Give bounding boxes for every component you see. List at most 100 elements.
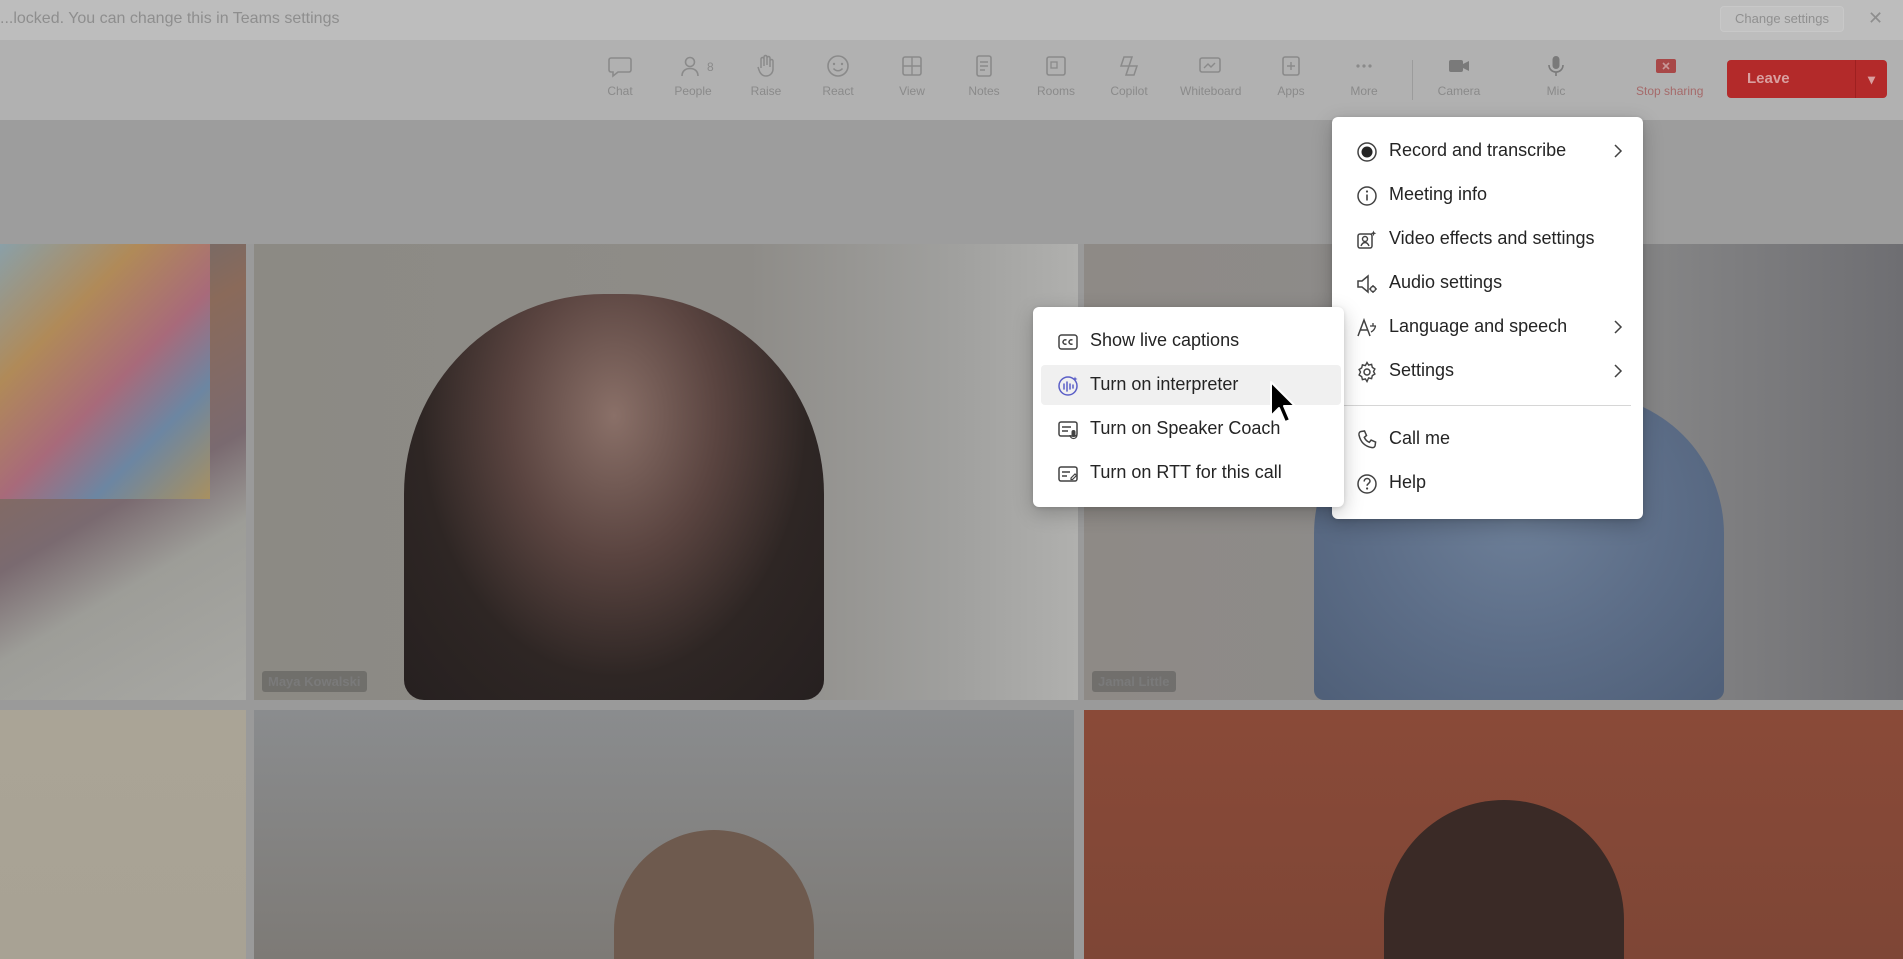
language-icon bbox=[1357, 317, 1377, 337]
menu-item-label: Turn on interpreter bbox=[1090, 374, 1239, 394]
mic-icon bbox=[1548, 56, 1564, 76]
change-settings-button[interactable]: Change settings bbox=[1720, 6, 1844, 32]
notes-icon bbox=[976, 55, 992, 77]
toolbar-view-button[interactable]: View bbox=[882, 54, 942, 98]
menu-item-label: Settings bbox=[1389, 360, 1455, 380]
video-tile[interactable] bbox=[0, 244, 246, 700]
interpreter-icon bbox=[1058, 376, 1078, 396]
menu-item-turn-on-rtt[interactable]: Turn on RTT for this call bbox=[1041, 453, 1341, 493]
video-tile[interactable]: Maya Kowalski bbox=[254, 244, 1078, 700]
menu-item-label: Audio settings bbox=[1389, 272, 1503, 292]
toolbar-people-button[interactable]: People 8 bbox=[663, 54, 723, 98]
toolbar-raise-button[interactable]: Raise bbox=[736, 54, 796, 98]
stop-sharing-icon bbox=[1656, 59, 1676, 73]
speaker-coach-icon bbox=[1058, 421, 1078, 440]
participant-video bbox=[1384, 800, 1624, 959]
chevron-right-icon bbox=[1614, 364, 1623, 378]
participant-name: Maya Kowalski bbox=[262, 671, 367, 692]
toolbar-rooms-label: Rooms bbox=[1036, 84, 1075, 98]
toolbar-whiteboard-button[interactable]: Whiteboard bbox=[1180, 54, 1242, 98]
painting-image bbox=[0, 244, 210, 499]
toolbar-camera-label: Camera bbox=[1437, 84, 1481, 98]
toolbar-stop-sharing-label: Stop sharing bbox=[1636, 84, 1704, 98]
chat-icon bbox=[608, 57, 632, 78]
banner-text: ...locked. You can change this in Teams … bbox=[0, 10, 340, 27]
raise-hand-icon bbox=[757, 54, 774, 77]
toolbar-apps-label: Apps bbox=[1277, 84, 1305, 98]
apps-icon bbox=[1282, 56, 1300, 76]
more-options-menu: Record and transcribe Meeting info Video… bbox=[1332, 117, 1643, 519]
toolbar-mic-button[interactable]: Mic bbox=[1526, 54, 1586, 98]
menu-item-label: Help bbox=[1389, 472, 1427, 492]
react-icon bbox=[827, 55, 849, 77]
participant-video bbox=[614, 830, 814, 959]
toolbar-apps-button[interactable]: Apps bbox=[1261, 54, 1321, 98]
menu-item-label: Show live captions bbox=[1090, 330, 1240, 350]
menu-item-label: Meeting info bbox=[1389, 184, 1488, 204]
menu-item-video-effects[interactable]: Video effects and settings bbox=[1340, 219, 1635, 259]
gear-icon bbox=[1358, 361, 1376, 383]
menu-item-label: Video effects and settings bbox=[1389, 228, 1595, 248]
toolbar-raise-label: Raise bbox=[750, 84, 782, 98]
rooms-icon bbox=[1046, 56, 1066, 76]
people-icon bbox=[681, 56, 699, 77]
video-effects-icon bbox=[1357, 230, 1377, 249]
menu-item-help[interactable]: Help bbox=[1340, 463, 1635, 503]
menu-item-label: Turn on RTT for this call bbox=[1090, 462, 1282, 482]
toolbar-react-label: React bbox=[822, 84, 854, 98]
banner-close-icon[interactable]: ✕ bbox=[1868, 8, 1883, 29]
record-icon bbox=[1357, 142, 1377, 162]
toolbar-stop-sharing-button[interactable]: Stop sharing bbox=[1636, 54, 1704, 98]
participant-name: Jamal Little bbox=[1092, 671, 1176, 692]
video-tile[interactable] bbox=[254, 710, 1074, 959]
view-icon bbox=[902, 56, 922, 76]
menu-divider bbox=[1344, 405, 1631, 406]
menu-item-label: Language and speech bbox=[1389, 316, 1568, 336]
menu-item-language-and-speech[interactable]: Language and speech bbox=[1340, 307, 1635, 347]
menu-item-record-and-transcribe[interactable]: Record and transcribe bbox=[1340, 131, 1635, 171]
toolbar-view-label: View bbox=[899, 84, 925, 98]
toolbar-more-label: More bbox=[1350, 84, 1378, 98]
audio-settings-icon bbox=[1357, 274, 1377, 294]
leave-button[interactable]: Leave ▾ bbox=[1727, 60, 1887, 98]
leave-label: Leave bbox=[1747, 70, 1790, 87]
menu-item-call-me[interactable]: Call me bbox=[1340, 419, 1635, 459]
menu-item-label: Call me bbox=[1389, 428, 1451, 448]
menu-item-show-live-captions[interactable]: Show live captions bbox=[1041, 321, 1341, 361]
menu-item-label: Turn on Speaker Coach bbox=[1090, 418, 1281, 438]
toolbar-notes-button[interactable]: Notes bbox=[954, 54, 1014, 98]
rtt-icon bbox=[1058, 466, 1078, 482]
leave-chevron-icon[interactable]: ▾ bbox=[1855, 60, 1887, 98]
video-tile[interactable] bbox=[0, 710, 246, 959]
toolbar-more-button[interactable]: More bbox=[1334, 54, 1394, 98]
toolbar-chat-button[interactable]: Chat bbox=[590, 54, 650, 98]
help-icon bbox=[1357, 474, 1377, 494]
toolbar-whiteboard-label: Whiteboard bbox=[1180, 84, 1242, 98]
toolbar-camera-button[interactable]: Camera bbox=[1429, 54, 1489, 98]
toolbar-react-button[interactable]: React bbox=[808, 54, 868, 98]
meeting-toolbar: Chat People 8 Raise React View Notes Roo… bbox=[0, 40, 1903, 120]
chevron-right-icon bbox=[1614, 320, 1623, 334]
people-count-badge: 8 bbox=[707, 60, 714, 74]
notification-banner: ...locked. You can change this in Teams … bbox=[0, 0, 1903, 40]
cc-icon bbox=[1058, 334, 1078, 350]
mouse-pointer-icon bbox=[1270, 381, 1296, 423]
toolbar-rooms-button[interactable]: Rooms bbox=[1026, 54, 1086, 98]
phone-icon bbox=[1358, 430, 1377, 449]
menu-item-label: Record and transcribe bbox=[1389, 140, 1567, 160]
toolbar-mic-label: Mic bbox=[1546, 84, 1566, 98]
chevron-right-icon bbox=[1614, 144, 1623, 158]
menu-item-meeting-info[interactable]: Meeting info bbox=[1340, 175, 1635, 215]
menu-item-audio-settings[interactable]: Audio settings bbox=[1340, 263, 1635, 303]
video-tile[interactable] bbox=[1084, 710, 1903, 959]
toolbar-chat-label: Chat bbox=[607, 84, 633, 98]
menu-item-settings[interactable]: Settings bbox=[1340, 351, 1635, 391]
toolbar-people-label: People bbox=[674, 84, 712, 98]
toolbar-copilot-button[interactable]: Copilot bbox=[1099, 54, 1159, 98]
toolbar-copilot-label: Copilot bbox=[1110, 84, 1148, 98]
participant-video bbox=[404, 294, 824, 700]
toolbar-notes-label: Notes bbox=[968, 84, 1000, 98]
info-icon bbox=[1357, 186, 1377, 206]
camera-icon bbox=[1449, 60, 1469, 72]
whiteboard-icon bbox=[1199, 57, 1221, 73]
